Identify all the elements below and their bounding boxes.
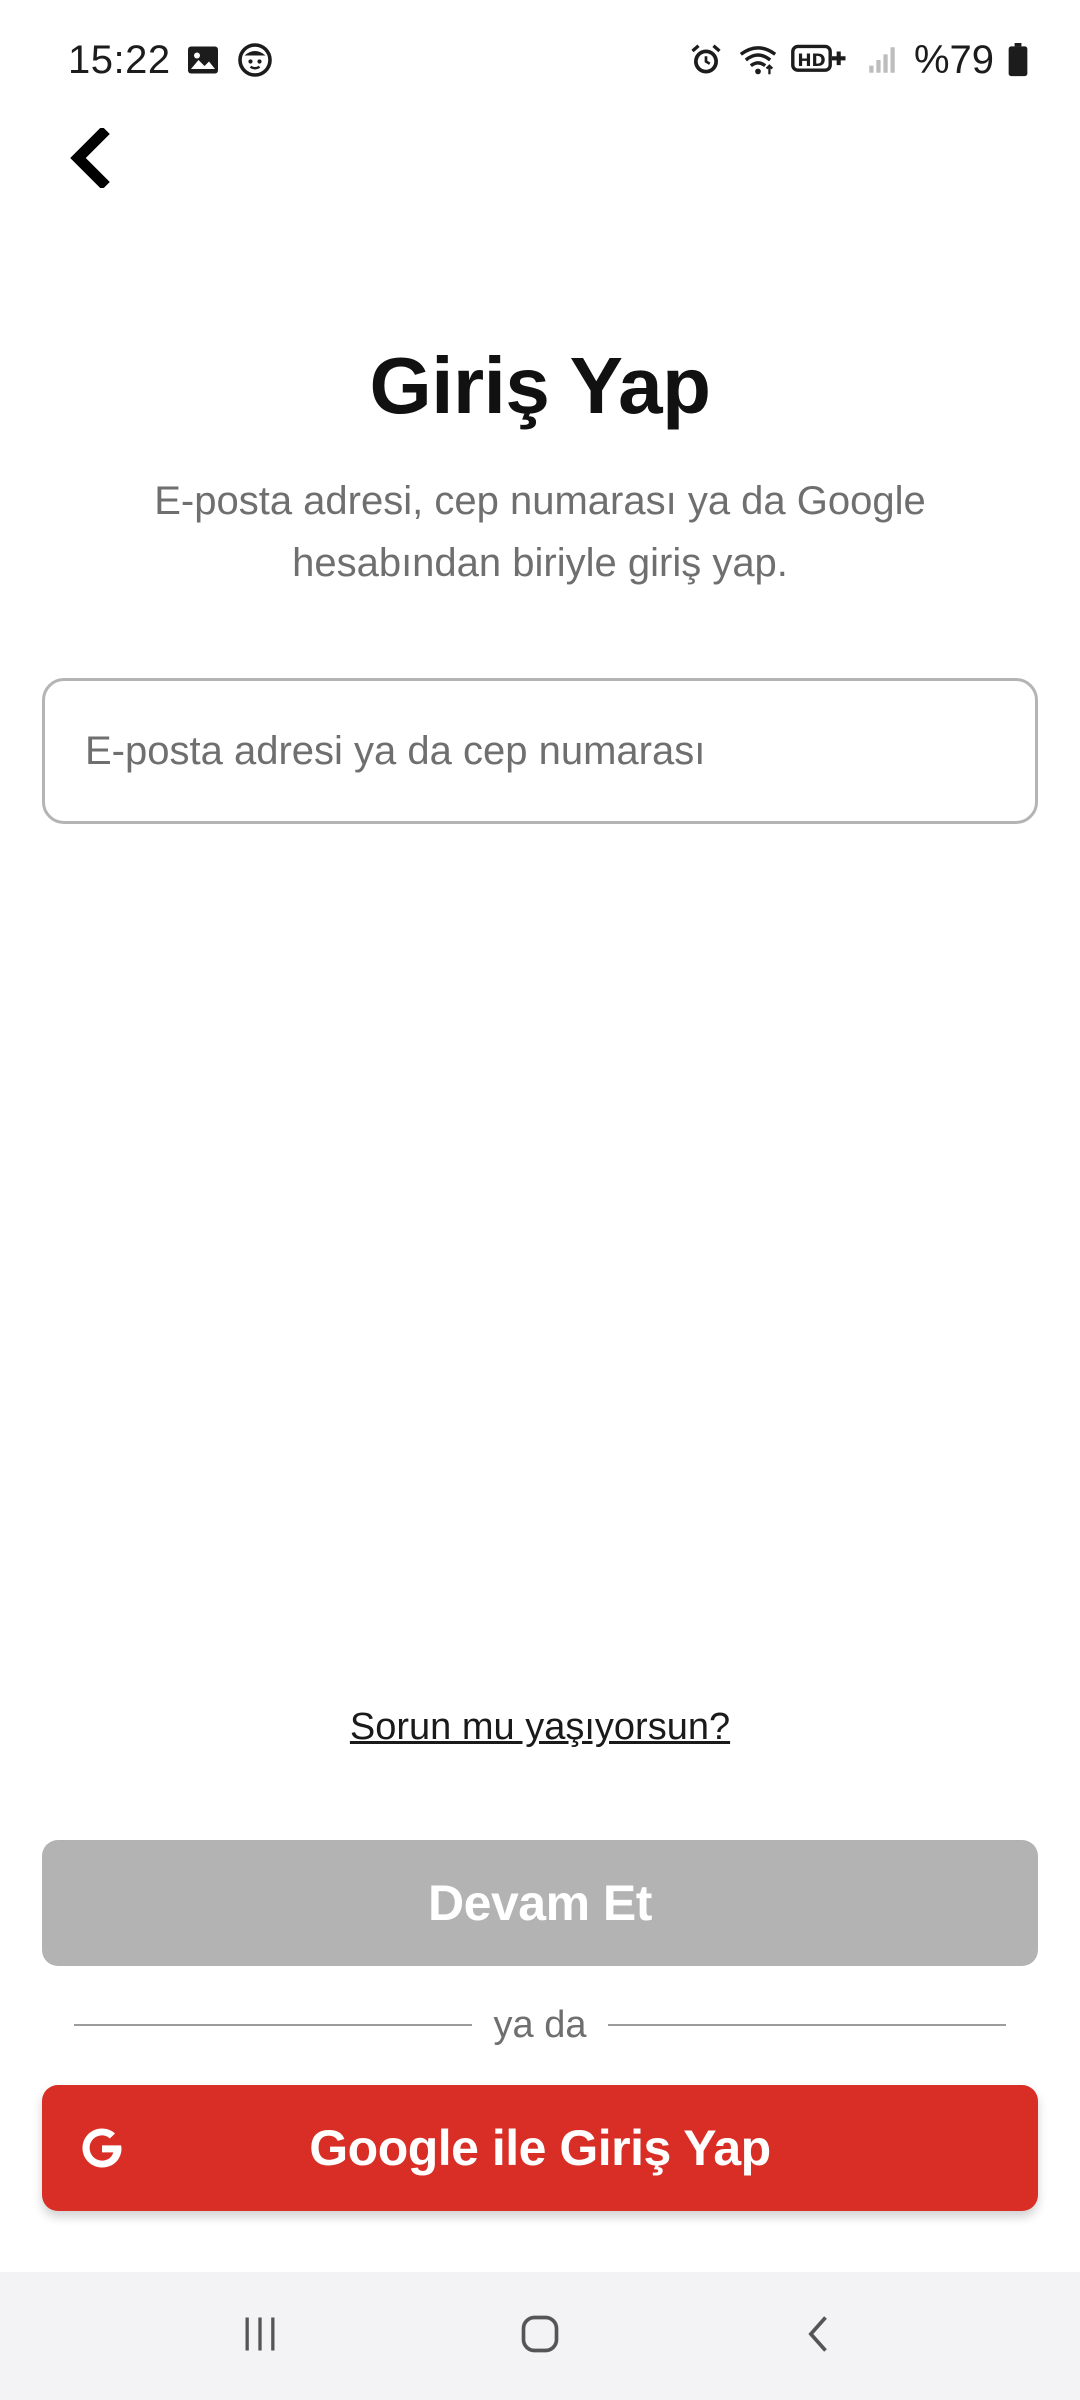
status-time: 15:22 xyxy=(68,37,171,82)
hd-plus-icon: HD xyxy=(790,40,850,80)
gallery-icon xyxy=(183,40,223,80)
status-bar: 15:22 HD %79 xyxy=(0,0,1080,120)
status-left: 15:22 xyxy=(68,38,275,83)
recent-apps-icon xyxy=(238,2312,282,2361)
trouble-link-container: Sorun mu yaşıyorsun? xyxy=(0,1706,1080,1749)
chevron-left-icon xyxy=(68,125,112,193)
battery-percentage: %79 xyxy=(913,37,994,82)
email-phone-field-container xyxy=(42,678,1038,824)
home-icon xyxy=(518,2312,562,2361)
face-notification-icon xyxy=(235,40,275,80)
continue-button[interactable]: Devam Et xyxy=(42,1840,1038,1966)
divider-line-right xyxy=(608,2024,1006,2026)
nav-back-button[interactable] xyxy=(765,2291,875,2381)
back-icon xyxy=(798,2312,842,2361)
recent-apps-button[interactable] xyxy=(205,2291,315,2381)
or-divider: ya da xyxy=(74,1990,1006,2060)
home-button[interactable] xyxy=(485,2291,595,2381)
google-signin-label: Google ile Giriş Yap xyxy=(309,2120,771,2176)
email-phone-input[interactable] xyxy=(45,681,1035,821)
page-title: Giriş Yap xyxy=(369,341,711,430)
alarm-icon xyxy=(686,40,726,80)
google-g-icon xyxy=(72,2118,132,2178)
status-right: HD %79 xyxy=(686,38,1030,83)
svg-text:HD: HD xyxy=(797,51,825,71)
signal-icon xyxy=(862,40,902,80)
divider-line-left xyxy=(74,2024,472,2026)
trouble-link[interactable]: Sorun mu yaşıyorsun? xyxy=(350,1706,730,1748)
google-signin-button[interactable]: Google ile Giriş Yap xyxy=(42,2085,1038,2211)
wifi-icon xyxy=(738,40,778,80)
divider-text: ya da xyxy=(493,2003,587,2046)
page-subtitle: E-posta adresi, cep numarası ya da Googl… xyxy=(154,479,926,585)
battery-icon xyxy=(1006,40,1030,80)
system-nav-bar xyxy=(0,2272,1080,2400)
back-button[interactable] xyxy=(50,120,130,200)
